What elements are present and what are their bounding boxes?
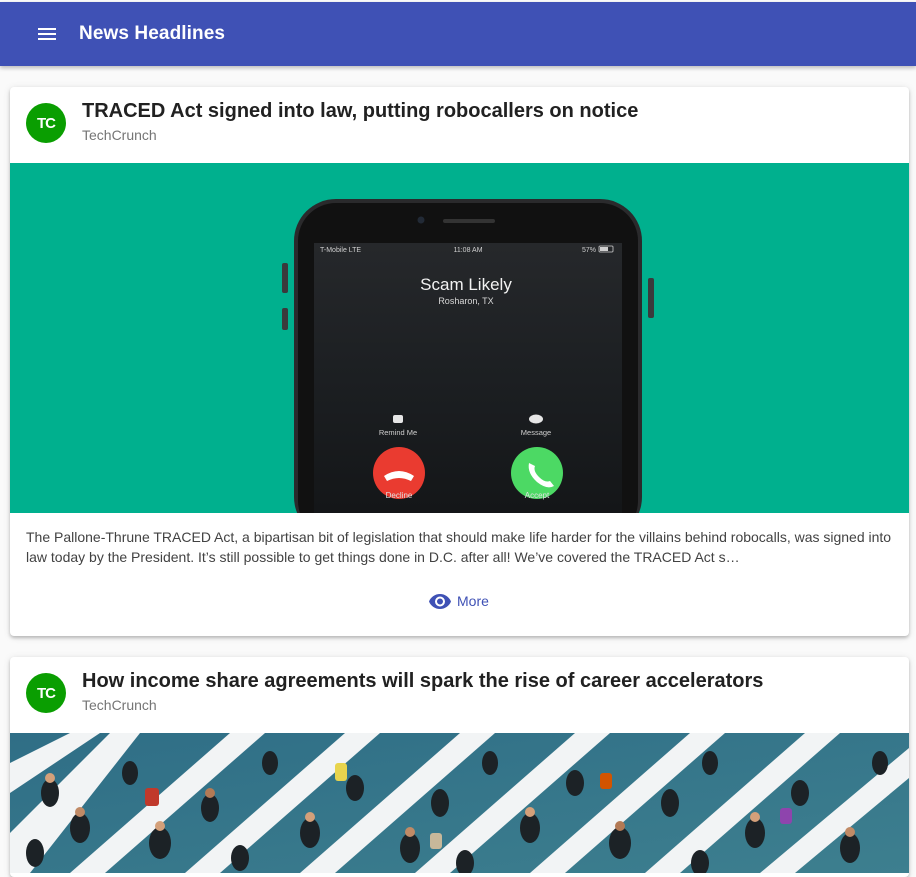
source-avatar: TC — [26, 673, 66, 713]
caller-location: Rosharon, TX — [438, 296, 493, 306]
remind-me-label: Remind Me — [379, 428, 417, 437]
status-carrier: T-Mobile LTE — [320, 247, 361, 254]
techcrunch-logo: TC — [37, 684, 56, 702]
article-title[interactable]: How income share agreements will spark t… — [82, 670, 763, 693]
techcrunch-logo: TC — [37, 114, 56, 132]
source-avatar: TC — [26, 103, 66, 143]
phone-illustration: T-Mobile LTE 11:08 AM 57% Scam Likely Ro… — [282, 199, 654, 513]
more-button[interactable]: More — [428, 586, 489, 616]
article-source: TechCrunch — [82, 697, 157, 713]
card-actions: More — [10, 573, 909, 636]
more-button-label: More — [457, 593, 489, 609]
eye-icon — [429, 594, 451, 609]
article-source: TechCrunch — [82, 127, 157, 143]
crowd-crosswalk-illustration — [10, 733, 909, 873]
app-title: News Headlines — [79, 23, 226, 44]
card-header: TC How income share agreements will spar… — [10, 657, 909, 733]
article-image: T-Mobile LTE 11:08 AM 57% Scam Likely Ro… — [10, 163, 909, 513]
caller-name: Scam Likely — [420, 275, 512, 294]
decline-label: Decline — [386, 491, 413, 500]
article-title[interactable]: TRACED Act signed into law, putting robo… — [82, 100, 638, 123]
news-card: TC TRACED Act signed into law, putting r… — [10, 87, 909, 636]
menu-button[interactable] — [27, 14, 67, 54]
message-bubble-icon — [529, 414, 543, 424]
article-image — [10, 733, 909, 873]
news-card: TC How income share agreements will spar… — [10, 657, 909, 877]
message-label: Message — [521, 428, 551, 437]
menu-icon — [38, 25, 56, 43]
app-bar: News Headlines — [0, 2, 916, 66]
article-description: The Pallone-Thrune TRACED Act, a biparti… — [26, 529, 892, 565]
status-time: 11:08 AM — [453, 247, 482, 254]
status-battery: 57% — [582, 247, 596, 254]
card-header: TC TRACED Act signed into law, putting r… — [10, 87, 909, 163]
accept-label: Accept — [525, 491, 550, 500]
alarm-icon — [393, 415, 403, 423]
